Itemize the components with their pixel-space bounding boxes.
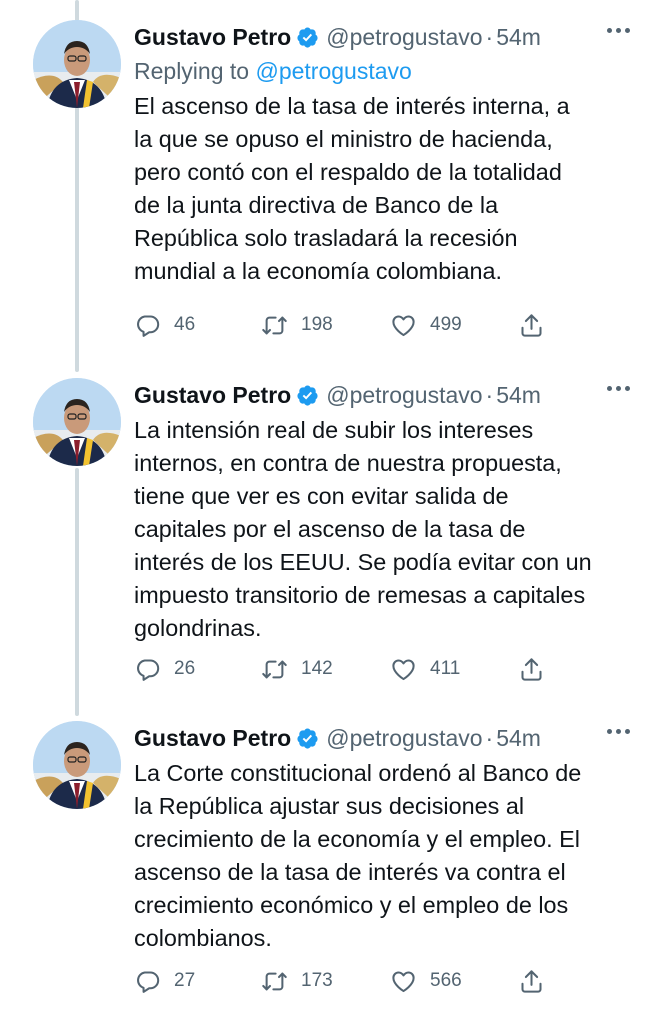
author-handle[interactable]: @petrogustavo (326, 382, 482, 409)
tweet-text-line: ascenso de la tasa de interés va contra … (134, 859, 566, 885)
share-button[interactable] (518, 652, 545, 686)
more-options-icon[interactable] (607, 28, 630, 33)
reply-button[interactable]: 27 (134, 964, 195, 998)
reply-icon (137, 970, 160, 993)
author-name[interactable]: Gustavo Petro (134, 382, 291, 409)
tweet[interactable]: Gustavo Petro @petrogustavo · 54m Replyi… (0, 20, 654, 360)
like-count: 411 (430, 658, 461, 679)
avatar[interactable] (33, 20, 121, 108)
share-button[interactable] (518, 964, 545, 998)
retweet-icon (262, 972, 287, 990)
tweet-text-line: crecimiento económico y el empleo de los (134, 892, 569, 918)
tweet-text-line: El ascenso de la tasa de interés interna… (134, 93, 570, 119)
retweet-icon (262, 316, 287, 334)
retweet-button[interactable]: 198 (261, 308, 333, 342)
tweet-header: Gustavo Petro @petrogustavo · 54m (134, 20, 634, 54)
like-icon (392, 314, 415, 336)
timestamp[interactable]: 54m (496, 725, 541, 752)
tweet-text-line: de la junta directiva de Banco de la (134, 192, 499, 218)
tweet-text-line: impuesto transitorio de remesas a capita… (134, 582, 586, 608)
tweet[interactable]: Gustavo Petro @petrogustavo · 54m La int… (0, 378, 654, 698)
tweet-text-line: tiene que ver es con evitar salida de (134, 483, 509, 509)
avatar[interactable] (33, 378, 121, 466)
avatar[interactable] (33, 721, 121, 809)
verified-badge-icon (296, 26, 319, 49)
retweet-count: 173 (301, 970, 333, 991)
more-options-icon[interactable] (607, 729, 630, 734)
replying-to-label: Replying to (134, 58, 250, 84)
verified-badge-icon (296, 727, 319, 750)
tweet-text-line: La intensión real de subir los intereses (134, 417, 534, 443)
timestamp[interactable]: 54m (496, 382, 541, 409)
tweet-text-line: internos, en contra de nuestra propuesta… (134, 450, 562, 476)
reply-button[interactable]: 26 (134, 652, 195, 686)
separator-dot: · (485, 23, 494, 50)
tweet-actions: 27 173 566 (134, 964, 654, 998)
like-count: 499 (430, 314, 462, 335)
tweet-content: Gustavo Petro @petrogustavo · 54m La int… (134, 378, 634, 645)
timestamp[interactable]: 54m (496, 24, 541, 51)
share-icon (521, 313, 542, 337)
author-handle[interactable]: @petrogustavo (326, 24, 482, 51)
more-options-icon[interactable] (607, 386, 630, 391)
tweet-text-line: golondrinas. (134, 615, 262, 641)
tweet-thread: Gustavo Petro @petrogustavo · 54m Replyi… (0, 0, 654, 1024)
reply-count: 26 (174, 658, 196, 679)
separator-dot: · (485, 724, 494, 751)
tweet-text-line: crecimiento de la economía y el empleo. … (134, 826, 580, 852)
tweet-text-line: interés de los EEUU. Se podía evitar con… (134, 549, 592, 575)
reply-button[interactable]: 46 (134, 308, 195, 342)
like-icon (392, 658, 415, 680)
tweet-actions: 26 142 411 (134, 652, 654, 686)
tweet-text-line: mundial a la economía colombiana. (134, 258, 502, 284)
reply-icon (137, 658, 160, 681)
tweet-text-line: pero contó con el respaldo de la totalid… (134, 159, 562, 185)
retweet-count: 198 (301, 314, 333, 335)
tweet-text-line: la que se opuso el ministro de hacienda, (134, 126, 553, 152)
tweet-actions: 46 198 499 (134, 308, 654, 342)
like-button[interactable]: 566 (390, 964, 462, 998)
like-count: 566 (430, 970, 462, 991)
tweet-text: El ascenso de la tasa de interés interna… (134, 90, 634, 288)
author-name[interactable]: Gustavo Petro (134, 24, 291, 51)
author-name[interactable]: Gustavo Petro (134, 725, 291, 752)
tweet-text-line: la República ajustar sus decisiones al (134, 793, 525, 819)
reply-count: 46 (174, 314, 196, 335)
retweet-icon (262, 660, 287, 678)
share-button[interactable] (518, 308, 545, 342)
share-icon (521, 969, 542, 993)
tweet-content: Gustavo Petro @petrogustavo · 54m La Cor… (134, 721, 634, 955)
replying-to-handle-link[interactable]: @petrogustavo (255, 58, 411, 84)
retweet-button[interactable]: 142 (261, 652, 333, 686)
tweet-text-line: La Corte constitucional ordenó al Banco … (134, 760, 582, 786)
retweet-button[interactable]: 173 (261, 964, 333, 998)
author-handle[interactable]: @petrogustavo (326, 725, 482, 752)
reply-count: 27 (174, 970, 196, 991)
like-button[interactable]: 499 (390, 308, 462, 342)
tweet[interactable]: Gustavo Petro @petrogustavo · 54m La Cor… (0, 721, 654, 1021)
tweet-text: La intensión real de subir los intereses… (134, 414, 634, 645)
tweet-text: La Corte constitucional ordenó al Banco … (134, 757, 634, 955)
tweet-text-line: capitales por el ascenso de la tasa de (134, 516, 526, 542)
tweet-text-line: colombianos. (134, 925, 272, 951)
reply-icon (137, 314, 160, 337)
like-icon (392, 970, 415, 992)
like-button[interactable]: 411 (390, 652, 460, 686)
tweet-content: Gustavo Petro @petrogustavo · 54m Replyi… (134, 20, 634, 288)
retweet-count: 142 (301, 658, 333, 679)
separator-dot: · (485, 381, 494, 408)
tweet-header: Gustavo Petro @petrogustavo · 54m (134, 378, 634, 412)
verified-badge-icon (296, 384, 319, 407)
share-icon (521, 657, 542, 681)
tweet-header: Gustavo Petro @petrogustavo · 54m (134, 721, 634, 755)
tweet-text-line: República solo trasladará la recesión (134, 225, 518, 251)
replying-to: Replying to @petrogustavo (134, 58, 634, 88)
